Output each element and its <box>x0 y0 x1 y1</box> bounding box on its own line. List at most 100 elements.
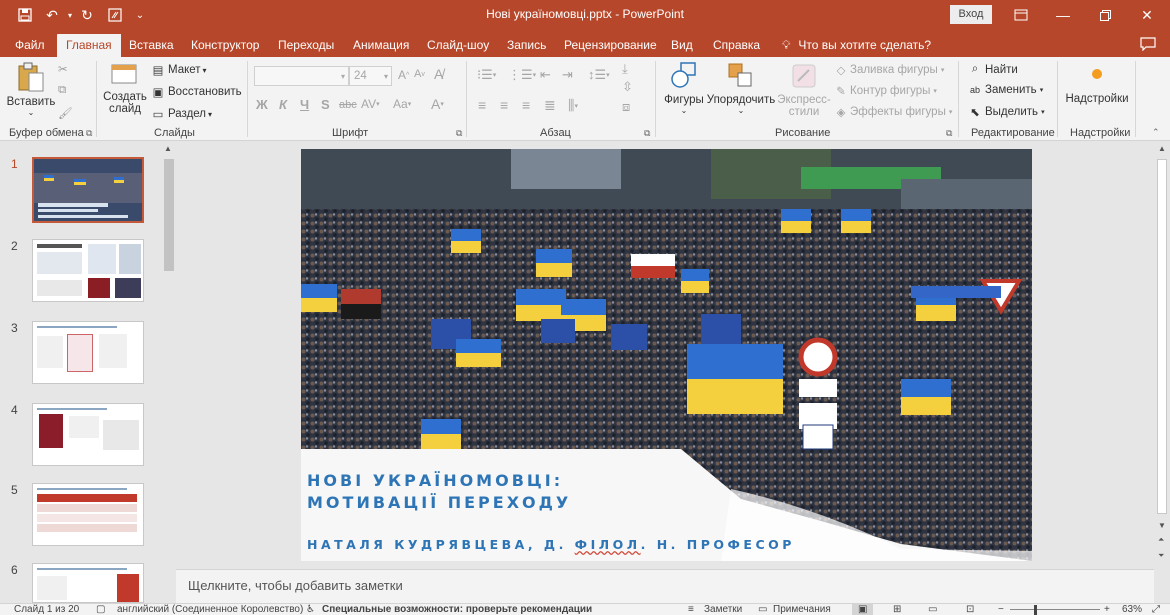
collapse-ribbon-icon[interactable]: ⌃ <box>1152 127 1160 138</box>
slide-count[interactable]: Слайд 1 из 20 <box>14 604 79 615</box>
italic-icon[interactable]: К <box>279 97 287 112</box>
arrange-button[interactable]: Упорядочить ⌄ <box>707 61 775 115</box>
reset-button[interactable]: ▣ Восстановить <box>151 85 242 99</box>
slide-thumbnail-5[interactable] <box>32 483 144 546</box>
signin-button[interactable]: Вход <box>950 5 992 24</box>
drawing-launcher-icon[interactable]: ⧉ <box>946 128 952 139</box>
zoom-level[interactable]: 63% <box>1122 604 1142 615</box>
addins-button[interactable]: Надстройки <box>1064 67 1130 105</box>
underline-icon[interactable]: Ч <box>300 97 309 112</box>
quick-styles-button[interactable]: Экспресс- стили <box>776 61 832 118</box>
decrease-indent-icon[interactable]: ⇤ <box>540 67 551 83</box>
paragraph-launcher-icon[interactable]: ⧉ <box>644 128 650 139</box>
spellcheck-icon[interactable]: ▢ <box>96 604 105 615</box>
tab-transitions[interactable]: Переходы <box>278 34 334 57</box>
tab-review[interactable]: Рецензирование <box>564 34 657 57</box>
comments-icon[interactable] <box>1140 37 1156 54</box>
normal-view-icon[interactable]: ▣ <box>852 604 874 615</box>
decrease-font-icon[interactable]: Av <box>414 68 425 80</box>
shapes-button[interactable]: Фигуры ⌄ <box>662 61 706 115</box>
zoom-in-icon[interactable]: + <box>1104 604 1110 615</box>
bullets-icon[interactable]: ⁝☰ ▾ <box>477 67 496 83</box>
scrollbar-thumb[interactable] <box>1157 159 1167 514</box>
zoom-out-icon[interactable]: − <box>998 604 1004 615</box>
language-indicator[interactable]: английский (Соединенное Королевство) <box>117 604 303 615</box>
find-button[interactable]: ⌕ Найти <box>968 63 1018 76</box>
ribbon-display-icon[interactable] <box>1001 2 1041 28</box>
line-spacing-icon[interactable]: ↕☰ ▾ <box>588 67 610 83</box>
columns-icon[interactable]: ⫼ ▾ <box>568 97 578 114</box>
tab-slideshow[interactable]: Слайд-шоу <box>427 34 489 57</box>
tab-file[interactable]: Файл <box>15 34 45 57</box>
comments-status-icon[interactable]: ▭ <box>758 604 767 615</box>
font-size-box[interactable]: 24 ▾ <box>349 66 392 86</box>
slide-thumbnail-4[interactable] <box>32 403 144 466</box>
section-button[interactable]: ▭ Раздел ▾ <box>151 107 212 121</box>
char-spacing-icon[interactable]: AV ▾ <box>361 97 380 111</box>
slide-thumbnail-2[interactable] <box>32 239 144 302</box>
scrollbar-thumb[interactable] <box>164 159 174 271</box>
slide-thumbnail-1[interactable] <box>32 157 144 223</box>
tab-help[interactable]: Справка <box>713 34 760 57</box>
paste-button[interactable]: Вставить ⌄ <box>7 61 55 117</box>
notes-placeholder[interactable]: Щелкните, чтобы добавить заметки <box>188 578 403 593</box>
tab-insert[interactable]: Вставка <box>129 34 174 57</box>
align-left-icon[interactable]: ≡ <box>478 97 486 113</box>
layout-button[interactable]: ▤ Макет ▾ <box>151 63 207 77</box>
slide-thumbnail-3[interactable] <box>32 321 144 384</box>
change-case-icon[interactable]: Aa ▾ <box>393 97 411 111</box>
previous-slide-icon[interactable]: ⏶ <box>1158 535 1164 545</box>
shape-outline-button[interactable]: ✎ Контур фигуры ▾ <box>834 84 937 98</box>
scroll-up-icon[interactable]: ▲ <box>164 144 172 153</box>
slide-sorter-icon[interactable]: ⊞ <box>893 604 901 615</box>
tab-record[interactable]: Запись <box>507 34 546 57</box>
notes-button[interactable]: Заметки <box>704 604 742 615</box>
slideshow-icon[interactable]: ⊡ <box>966 604 974 615</box>
copy-icon[interactable]: ⧉ <box>58 84 66 97</box>
numbering-icon[interactable]: ⋮☰ ▾ <box>508 67 536 83</box>
thumbnail-scrollbar[interactable]: ▲ <box>162 141 176 603</box>
slide-editor[interactable]: НОВІ УКРАЇНОМОВЦІ: МОТИВАЦІЇ ПЕРЕХОДУ НА… <box>176 141 1154 569</box>
clear-formatting-icon[interactable]: A̸ <box>434 66 443 82</box>
tab-view[interactable]: Вид <box>671 34 693 57</box>
align-text-icon[interactable]: ⇳ <box>622 79 633 95</box>
slide-title-line-2[interactable]: МОТИВАЦІЇ ПЕРЕХОДУ <box>307 493 571 512</box>
accessibility-icon[interactable]: ♿︎ <box>306 604 315 615</box>
new-slide-button[interactable]: Создать слайд <box>102 61 148 115</box>
replace-button[interactable]: ab Заменить ▾ <box>968 84 1043 96</box>
shape-fill-button[interactable]: ◇ Заливка фигуры ▾ <box>834 63 945 77</box>
editor-scrollbar[interactable]: ▲ ▼ ⏶ ⏷ <box>1154 141 1170 603</box>
notes-icon[interactable]: ≡ <box>688 604 694 615</box>
notes-pane[interactable]: Щелкните, чтобы добавить заметки <box>176 569 1154 603</box>
minimize-icon[interactable]: — <box>1043 2 1083 28</box>
tab-home[interactable]: Главная <box>57 34 121 57</box>
tab-design[interactable]: Конструктор <box>191 34 259 57</box>
shadow-icon[interactable]: S <box>321 97 330 112</box>
justify-icon[interactable]: ≣ <box>544 97 556 114</box>
text-direction-icon[interactable]: ⤓ <box>622 61 628 77</box>
zoom-slider-thumb[interactable] <box>1034 605 1037 615</box>
slide-thumbnails-panel[interactable]: 1 2 3 4 5 6 <box>0 141 176 603</box>
align-center-icon[interactable]: ≡ <box>500 97 508 113</box>
next-slide-icon[interactable]: ⏷ <box>1158 551 1164 561</box>
strikethrough-icon[interactable]: abc <box>339 99 357 111</box>
scroll-down-icon[interactable]: ▼ <box>1158 521 1166 530</box>
align-right-icon[interactable]: ≡ <box>522 97 530 113</box>
tab-animations[interactable]: Анимация <box>353 34 409 57</box>
maximize-icon[interactable] <box>1085 2 1125 28</box>
slide-author[interactable]: НАТАЛЯ КУДРЯВЦЕВА, Д. ФІЛОЛ. Н. ПРОФЕСОР <box>307 537 795 552</box>
scroll-up-icon[interactable]: ▲ <box>1158 144 1166 153</box>
font-launcher-icon[interactable]: ⧉ <box>456 128 462 139</box>
increase-indent-icon[interactable]: ⇥ <box>562 67 573 83</box>
accessibility-status[interactable]: Специальные возможности: проверьте реком… <box>322 604 592 615</box>
tell-me-search[interactable]: 💡︎ Что вы хотите сделать? <box>782 34 931 57</box>
format-painter-icon[interactable]: 🖌︎ <box>58 106 73 120</box>
bold-icon[interactable]: Ж <box>256 97 268 112</box>
current-slide[interactable]: НОВІ УКРАЇНОМОВЦІ: МОТИВАЦІЇ ПЕРЕХОДУ НА… <box>301 149 1032 561</box>
font-name-box[interactable]: ▾ <box>254 66 349 86</box>
shape-effects-button[interactable]: ◈ Эффекты фигуры ▾ <box>834 105 953 119</box>
fit-slide-icon[interactable]: ⤢ <box>1152 604 1160 615</box>
clipboard-launcher-icon[interactable]: ⧉ <box>86 128 92 139</box>
font-color-icon[interactable]: A ▾ <box>431 96 444 112</box>
reading-view-icon[interactable]: ▭ <box>928 604 937 615</box>
